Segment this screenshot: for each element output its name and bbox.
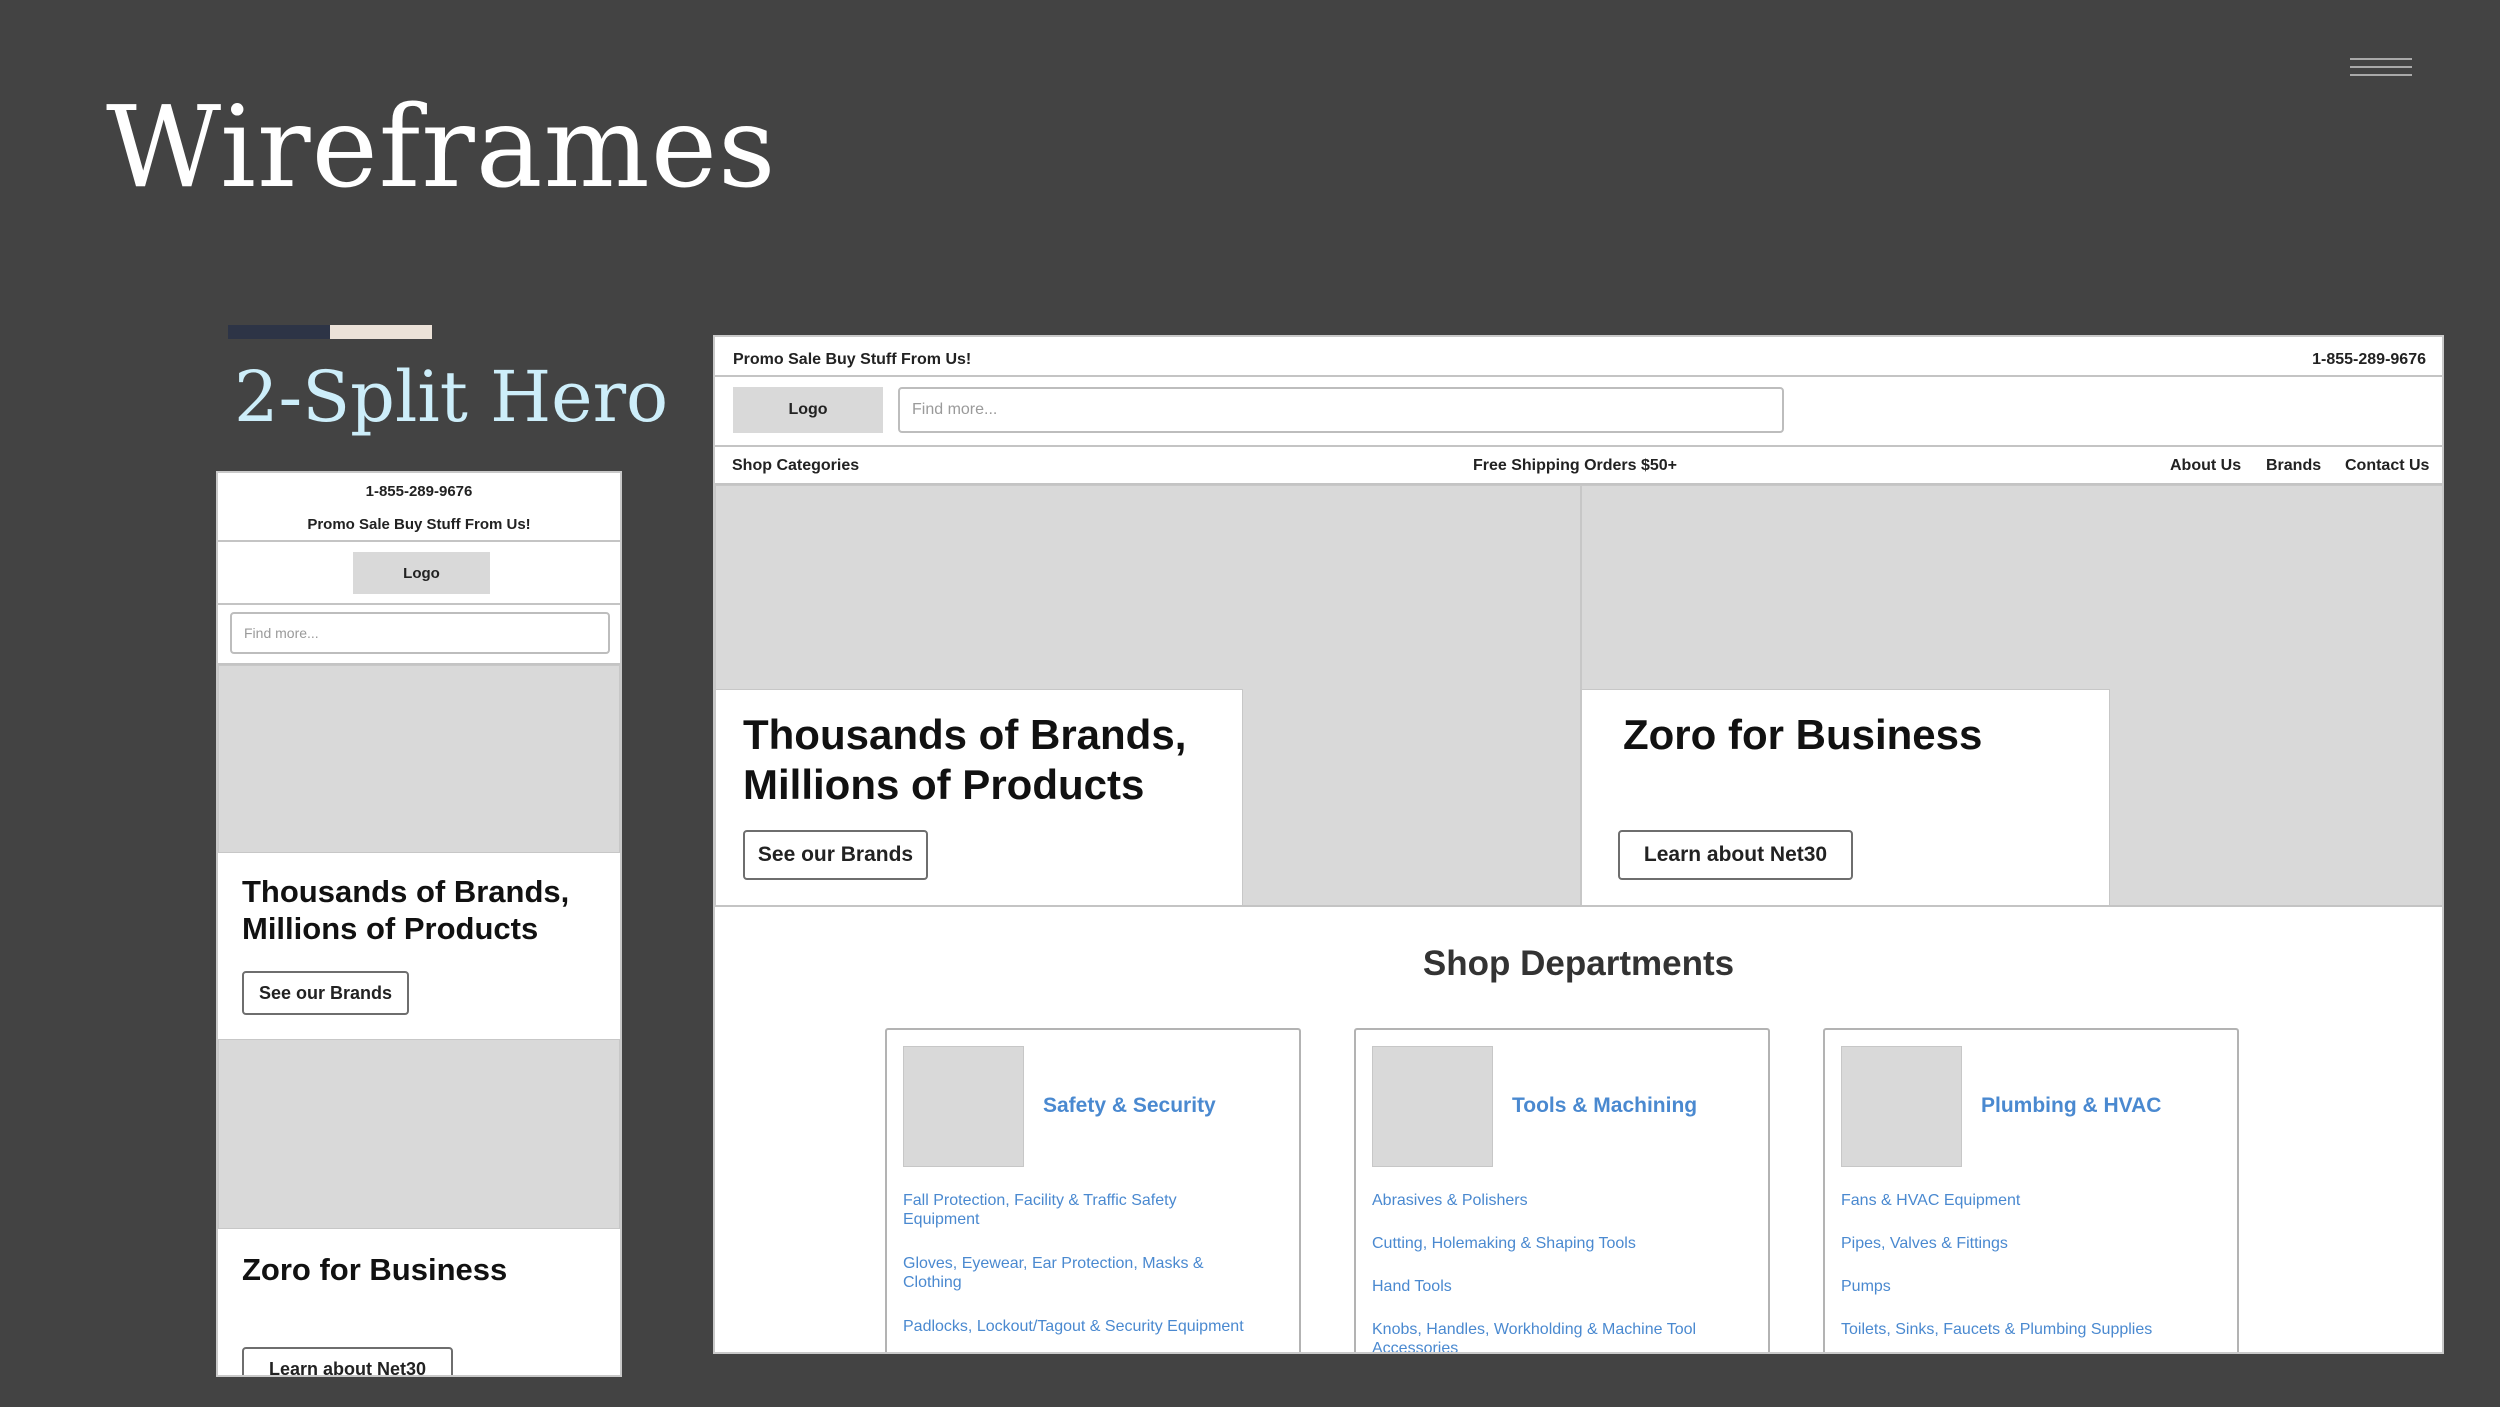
mobile-hero2-heading: Zoro for Business bbox=[242, 1252, 508, 1287]
department-link[interactable]: Fall Protection, Facility & Traffic Safe… bbox=[903, 1191, 1233, 1229]
accent-bar-light bbox=[330, 325, 432, 339]
nav-contact-us[interactable]: Contact Us bbox=[2345, 457, 2429, 475]
department-link[interactable]: Pipes, Valves & Fittings bbox=[1841, 1234, 2221, 1253]
divider bbox=[218, 603, 620, 605]
department-link[interactable]: Hand Tools bbox=[1372, 1277, 1752, 1296]
departments-title: Shop Departments bbox=[1422, 944, 1735, 983]
mobile-phone[interactable]: 1-855-289-9676 bbox=[218, 483, 620, 500]
desktop-learn-net30-button[interactable]: Learn about Net30 bbox=[1618, 830, 1853, 880]
desktop-promo: Promo Sale Buy Stuff From Us! bbox=[733, 351, 972, 368]
department-link[interactable]: Cutting, Holemaking & Shaping Tools bbox=[1372, 1234, 1752, 1253]
divider bbox=[218, 540, 620, 542]
mobile-hero2-image bbox=[218, 1039, 620, 1229]
accent-bar-dark bbox=[228, 325, 330, 339]
mobile-promo: Promo Sale Buy Stuff From Us! bbox=[307, 516, 531, 533]
desktop-search-input[interactable]: Find more... bbox=[898, 387, 1784, 433]
divider bbox=[715, 375, 2442, 377]
desktop-see-brands-button[interactable]: See our Brands bbox=[743, 830, 928, 880]
department-link[interactable]: Fans & HVAC Equipment bbox=[1841, 1191, 2221, 1210]
mobile-hero1-heading: Thousands of Brands, Millions of Product… bbox=[242, 874, 570, 947]
desktop-hero2-heading: Zoro for Business bbox=[1623, 711, 1983, 758]
department-card[interactable]: Tools & Machining Abrasives & Polishers … bbox=[1354, 1028, 1770, 1352]
hamburger-menu-icon[interactable] bbox=[2350, 58, 2412, 80]
department-image bbox=[1372, 1046, 1493, 1167]
department-card[interactable]: Plumbing & HVAC Fans & HVAC Equipment Pi… bbox=[1823, 1028, 2239, 1352]
heading-line: Thousands of Brands, bbox=[743, 711, 1187, 758]
slide-subtitle: 2-Split Hero bbox=[234, 356, 669, 438]
mobile-logo[interactable]: Logo bbox=[353, 552, 490, 594]
nav-brands[interactable]: Brands bbox=[2266, 457, 2321, 475]
desktop-wireframe: Promo Sale Buy Stuff From Us! 1-855-289-… bbox=[713, 335, 2444, 1354]
department-link[interactable]: Toilets, Sinks, Faucets & Plumbing Suppl… bbox=[1841, 1320, 2221, 1339]
nav-free-shipping: Free Shipping Orders $50+ bbox=[1472, 457, 1678, 474]
desktop-phone[interactable]: 1-855-289-9676 bbox=[2312, 351, 2426, 369]
nav-shop-categories[interactable]: Shop Categories bbox=[732, 457, 859, 475]
department-link[interactable]: Gloves, Eyewear, Ear Protection, Masks &… bbox=[903, 1254, 1233, 1292]
slide-title: Wireframes bbox=[106, 83, 777, 213]
desktop-hero1-heading: Thousands of Brands, Millions of Product… bbox=[743, 710, 1223, 811]
mobile-wireframe: 1-855-289-9676 Promo Sale Buy Stuff From… bbox=[216, 471, 622, 1377]
department-link[interactable]: Knobs, Handles, Workholding & Machine To… bbox=[1372, 1320, 1727, 1352]
department-link[interactable]: Padlocks, Lockout/Tagout & Security Equi… bbox=[903, 1317, 1298, 1336]
department-image bbox=[1841, 1046, 1962, 1167]
department-link[interactable]: Pumps bbox=[1841, 1277, 2221, 1296]
mobile-learn-net30-button[interactable]: Learn about Net30 bbox=[242, 1347, 453, 1375]
nav-about-us[interactable]: About Us bbox=[2170, 457, 2241, 475]
department-title[interactable]: Tools & Machining bbox=[1512, 1094, 1697, 1118]
heading-line: Millions of Products bbox=[743, 761, 1145, 809]
mobile-see-brands-button[interactable]: See our Brands bbox=[242, 971, 409, 1015]
department-title[interactable]: Safety & Security bbox=[1043, 1094, 1216, 1118]
department-title[interactable]: Plumbing & HVAC bbox=[1981, 1094, 2161, 1118]
desktop-logo[interactable]: Logo bbox=[733, 387, 883, 433]
mobile-search-input[interactable]: Find more... bbox=[230, 612, 610, 654]
department-card[interactable]: Safety & Security Fall Protection, Facil… bbox=[885, 1028, 1301, 1352]
department-image bbox=[903, 1046, 1024, 1167]
mobile-hero1-image bbox=[218, 665, 620, 853]
divider bbox=[715, 905, 2442, 907]
divider bbox=[715, 445, 2442, 447]
department-link[interactable]: Abrasives & Polishers bbox=[1372, 1191, 1752, 1210]
